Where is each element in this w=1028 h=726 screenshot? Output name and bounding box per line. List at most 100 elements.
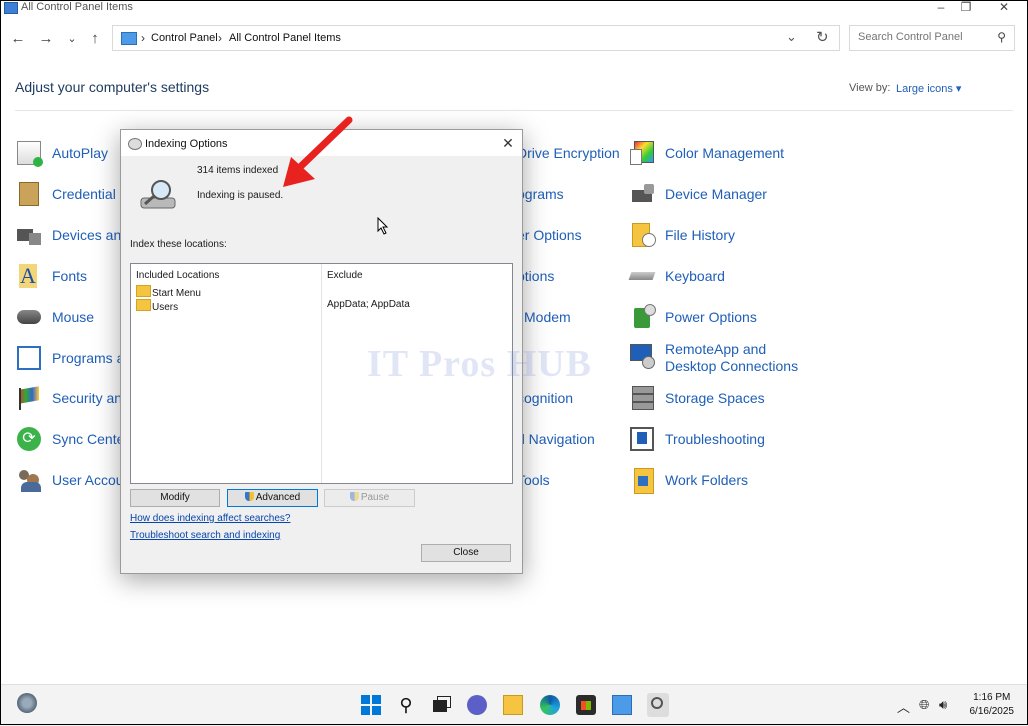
- cp-item-speech-recognition[interactable]: cognition: [517, 390, 573, 406]
- minimize-button[interactable]: –: [927, 0, 955, 16]
- fonts-icon: A: [19, 263, 37, 288]
- cp-item-work-folders[interactable]: Work Folders: [665, 472, 748, 488]
- cp-item-power-options[interactable]: Power Options: [665, 309, 757, 325]
- clock[interactable]: 1:16 PM 6/16/2025: [970, 691, 1015, 719]
- index-locations-label: Index these locations:: [130, 239, 227, 250]
- column-divider: [321, 264, 322, 483]
- control-panel-icon: [4, 2, 18, 14]
- security-flag-icon: [17, 386, 41, 410]
- divider: [15, 110, 1013, 111]
- items-indexed-count: 314 items indexed: [197, 165, 279, 176]
- cp-item-programs[interactable]: Programs ar: [52, 350, 129, 366]
- teams-chat-icon[interactable]: [467, 695, 487, 715]
- start-icon[interactable]: [361, 695, 381, 715]
- pause-button[interactable]: Pause: [324, 489, 415, 507]
- watermark: IT Pros HUB: [367, 343, 592, 385]
- user-accounts-icon: [17, 468, 41, 492]
- dialog-title: Indexing Options: [145, 138, 228, 150]
- task-view-icon[interactable]: [431, 695, 451, 715]
- cp-item-phone-modem[interactable]: Modem: [524, 309, 571, 325]
- refresh-icon[interactable]: ↻: [816, 28, 829, 46]
- col-included-header[interactable]: Included Locations: [136, 270, 219, 281]
- cp-item-troubleshooting[interactable]: Troubleshooting: [665, 431, 765, 447]
- troubleshoot-link[interactable]: Troubleshoot search and indexing: [130, 530, 280, 541]
- cp-item-explorer-options[interactable]: er Options: [517, 227, 582, 243]
- location-row[interactable]: Users: [136, 299, 178, 313]
- cp-item-default-programs[interactable]: ograms: [517, 186, 564, 202]
- magnifier-drive-icon: [140, 180, 176, 209]
- clock-date: 6/16/2025: [969, 706, 1015, 717]
- view-by-dropdown[interactable]: Large icons ▾: [896, 82, 961, 95]
- search-input[interactable]: [856, 30, 990, 44]
- file-explorer-icon[interactable]: [503, 695, 523, 715]
- forward-button[interactable]: →: [37, 30, 55, 48]
- programs-features-icon: [17, 346, 41, 370]
- search-icon[interactable]: ⚲: [396, 695, 416, 715]
- folder-icon: [136, 285, 151, 297]
- chevron-up-icon[interactable]: ︿: [897, 697, 910, 716]
- cp-item-fonts[interactable]: Fonts: [52, 268, 87, 284]
- cp-item-bitlocker[interactable]: Drive Encryption: [517, 145, 620, 161]
- location-row[interactable]: Start Menu: [136, 285, 201, 299]
- control-panel-taskbar-icon[interactable]: [612, 695, 632, 715]
- file-history-icon: [632, 223, 656, 247]
- cp-item-sync-center[interactable]: Sync Center: [52, 431, 129, 447]
- chevron-down-icon[interactable]: ⌄: [786, 29, 797, 45]
- search-box[interactable]: ⚲: [849, 25, 1015, 51]
- modify-button[interactable]: Modify: [130, 489, 220, 507]
- network-globe-icon[interactable]: 🌐︎: [919, 697, 929, 713]
- cp-item-color-management[interactable]: Color Management: [665, 145, 784, 161]
- advanced-button[interactable]: Advanced: [227, 489, 318, 507]
- chevron-right-icon: ›: [218, 31, 222, 45]
- cp-item-remoteapp-label: RemoteApp and Desktop Connections: [665, 341, 799, 374]
- breadcrumb-control-panel[interactable]: Control Panel: [151, 32, 218, 44]
- volume-icon[interactable]: 🔊︎: [939, 697, 947, 713]
- autoplay-icon: [17, 141, 43, 167]
- search-icon[interactable]: ⚲: [997, 30, 1006, 44]
- clock-time: 1:16 PM: [973, 692, 1011, 703]
- page-heading: Adjust your computer's settings: [15, 79, 210, 95]
- view-by-value: Large icons: [896, 83, 953, 95]
- col-exclude-header[interactable]: Exclude: [327, 270, 363, 281]
- cp-item-user-accounts[interactable]: User Accour: [52, 472, 128, 488]
- storage-spaces-icon: [630, 386, 654, 410]
- widgets-icon[interactable]: [17, 693, 37, 713]
- troubleshooting-icon: [630, 427, 654, 451]
- pause-label: Pause: [360, 492, 390, 503]
- power-options-icon: [632, 304, 656, 328]
- remoteapp-icon: [630, 344, 655, 369]
- edge-browser-icon[interactable]: [540, 695, 560, 715]
- cp-item-remoteapp[interactable]: RemoteApp and Desktop Connections: [665, 341, 815, 375]
- cp-item-devices-printers[interactable]: Devices and: [52, 227, 129, 243]
- up-button[interactable]: ↑: [86, 30, 104, 48]
- how-indexing-link[interactable]: How does indexing affect searches?: [130, 513, 290, 524]
- mouse-cursor-icon: [377, 217, 389, 235]
- indexing-status: Indexing is paused.: [197, 190, 284, 201]
- address-bar[interactable]: › Control Panel › All Control Panel Item…: [112, 25, 840, 51]
- cp-item-autoplay[interactable]: AutoPlay: [52, 145, 108, 161]
- red-arrow-annotation: [283, 116, 353, 187]
- cp-item-keyboard[interactable]: Keyboard: [665, 268, 725, 284]
- indexing-options-taskbar-icon[interactable]: [647, 693, 669, 717]
- cp-item-taskbar-navigation[interactable]: d Navigation: [517, 431, 595, 447]
- window-title: All Control Panel Items: [21, 1, 133, 13]
- close-button[interactable]: Close: [421, 544, 511, 562]
- back-button[interactable]: ←: [9, 30, 27, 48]
- location-name: Users: [152, 302, 179, 313]
- cp-item-storage-spaces[interactable]: Storage Spaces: [665, 390, 765, 406]
- cp-item-device-manager[interactable]: Device Manager: [665, 186, 767, 202]
- store-icon[interactable]: [576, 695, 596, 715]
- cp-item-security-maintenance[interactable]: Security and: [52, 390, 130, 406]
- advanced-label: Advanced: [255, 492, 301, 503]
- close-window-button[interactable]: ✕: [990, 0, 1018, 16]
- breadcrumb-all-items[interactable]: All Control Panel Items: [229, 32, 341, 44]
- cp-item-mouse[interactable]: Mouse: [52, 309, 94, 325]
- location-exclude: AppData; AppData: [327, 299, 410, 310]
- color-management-icon: [630, 141, 654, 165]
- recent-locations-button[interactable]: ⌄: [63, 30, 81, 48]
- cp-item-file-history[interactable]: File History: [665, 227, 735, 243]
- device-manager-icon: [630, 182, 654, 206]
- maximize-button[interactable]: ❐: [952, 0, 980, 16]
- close-icon[interactable]: ✕: [500, 135, 516, 152]
- keyboard-icon: [628, 272, 656, 280]
